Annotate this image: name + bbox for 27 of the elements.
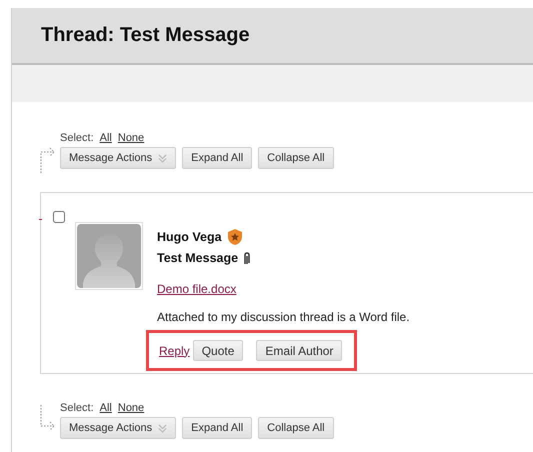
attachment-link[interactable]: Demo file.docx — [157, 282, 236, 296]
thread-marker — [39, 219, 42, 220]
avatar-icon — [75, 222, 143, 290]
message-checkbox[interactable] — [53, 211, 65, 223]
message-body: Attached to my discussion thread is a Word file. — [157, 310, 410, 324]
message-actions-button[interactable]: Message Actions — [60, 417, 176, 439]
thread-title: Thread: Test Message — [41, 24, 250, 47]
toolbar-button[interactable]: Expand All — [182, 147, 252, 169]
select-link[interactable]: All — [100, 132, 112, 144]
select-link[interactable]: None — [118, 132, 144, 144]
select-link[interactable]: All — [100, 402, 112, 414]
select-label: Select: — [60, 132, 94, 144]
double-chevron-icon — [158, 424, 168, 432]
author-name: Hugo Vega — [157, 230, 222, 244]
select-link[interactable]: None — [118, 402, 144, 414]
action-button[interactable]: Email Author — [256, 340, 342, 361]
toolbar-button[interactable]: Expand All — [182, 417, 252, 439]
double-chevron-icon — [158, 154, 168, 162]
paperclip-icon — [243, 250, 252, 264]
message-actions-button[interactable]: Message Actions — [60, 147, 176, 169]
message-subject: Test Message — [157, 250, 238, 264]
star-badge-icon — [226, 228, 243, 246]
action-button[interactable]: Quote — [192, 340, 244, 361]
reply-link[interactable]: Reply — [159, 344, 190, 358]
toolbar-button[interactable]: Collapse All — [258, 147, 334, 169]
toolbar-button[interactable]: Collapse All — [258, 417, 334, 439]
select-label: Select: — [60, 402, 94, 414]
